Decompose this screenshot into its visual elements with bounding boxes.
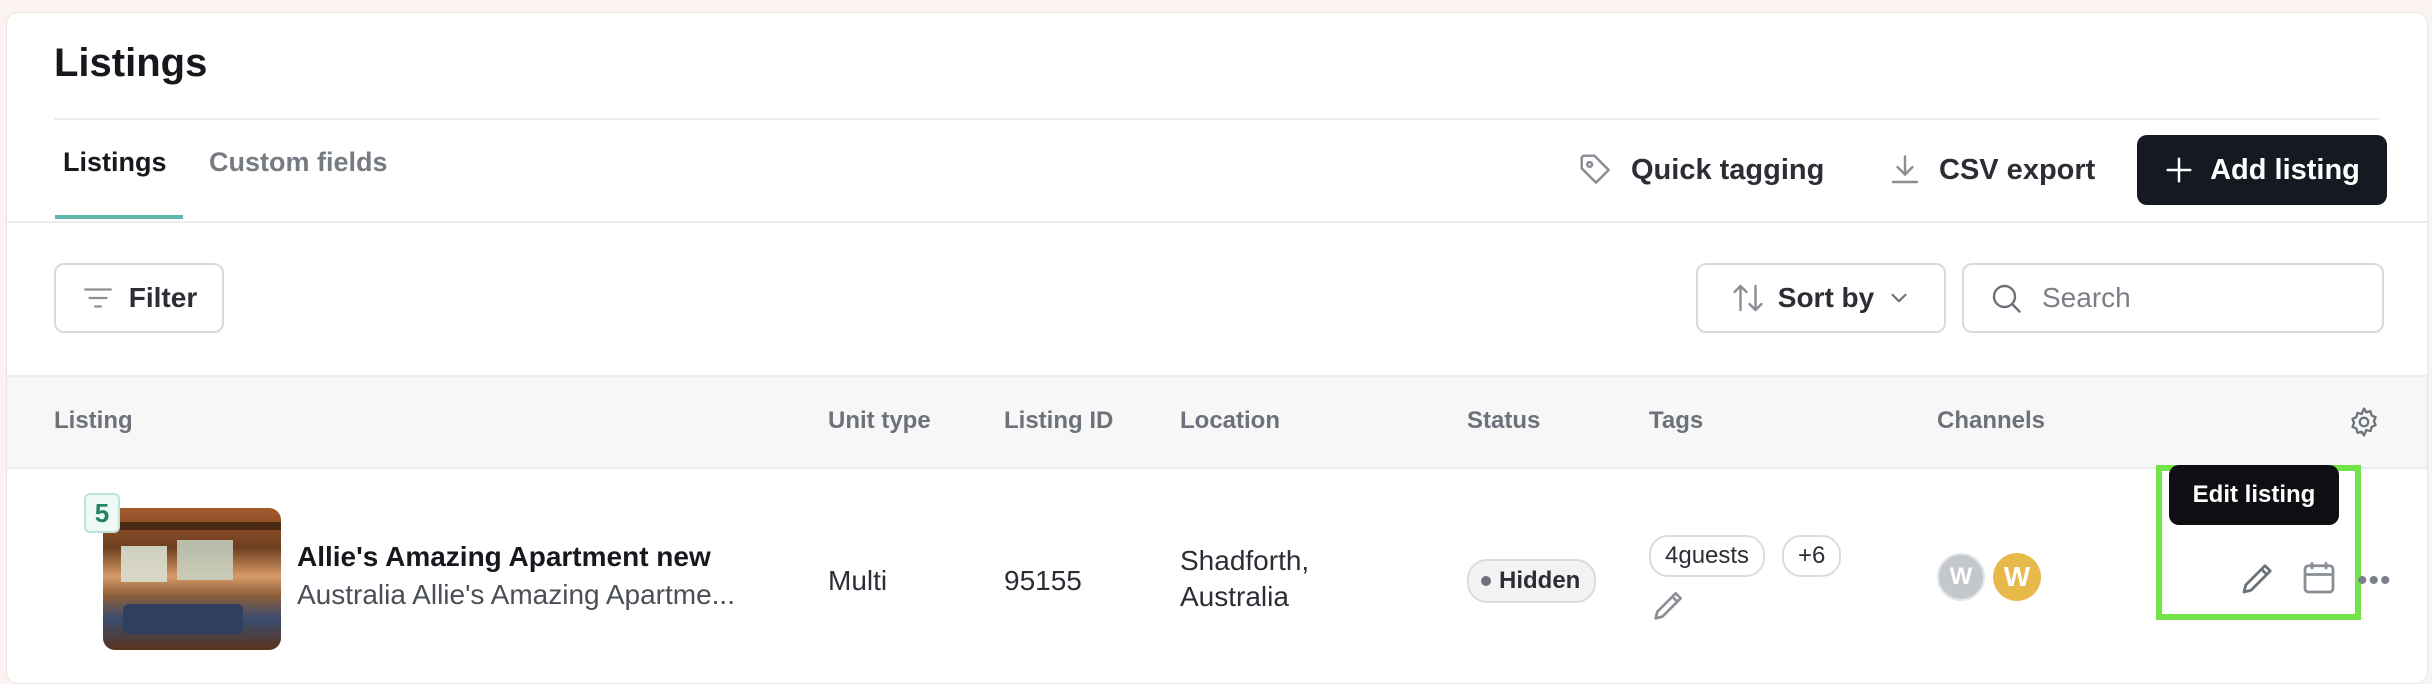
divider <box>54 118 2379 120</box>
sort-icon <box>1733 284 1763 312</box>
quick-tagging-button[interactable]: Quick tagging <box>1577 135 1824 205</box>
filter-icon <box>83 288 112 308</box>
csv-export-label: CSV export <box>1939 153 2096 186</box>
table-row[interactable]: 5 Allie's Amazing Apartment new Australi… <box>7 465 2427 683</box>
plus-icon <box>2166 157 2192 183</box>
edit-pencil-icon[interactable] <box>2237 557 2279 599</box>
more-tags-chip[interactable]: +6 <box>1782 535 1842 577</box>
quick-tagging-label: Quick tagging <box>1631 153 1825 186</box>
search-icon <box>1992 284 2021 313</box>
tab-custom-fields[interactable]: Custom fields <box>209 147 388 178</box>
settings-gear-icon[interactable] <box>2347 405 2381 439</box>
unit-type-value: Multi <box>828 565 888 596</box>
column-unit-type[interactable]: Unit type <box>828 407 931 435</box>
listing-id-value: 95155 <box>1004 565 1082 596</box>
more-options-icon[interactable]: ••• <box>2357 564 2392 598</box>
column-tags[interactable]: Tags <box>1649 407 1703 435</box>
channel-w-icon: W <box>1937 553 1985 601</box>
page-title: Listings <box>54 41 208 85</box>
search-input[interactable] <box>2040 281 2344 315</box>
sort-by-button[interactable]: Sort by <box>1696 263 1946 333</box>
add-listing-button[interactable]: Add listing <box>2137 135 2387 205</box>
tag-chip[interactable]: 4guests <box>1649 535 1766 577</box>
listing-thumbnail[interactable] <box>103 508 281 650</box>
status-dot-icon <box>1481 576 1491 586</box>
column-channels[interactable]: Channels <box>1937 407 2045 435</box>
column-listing[interactable]: Listing <box>54 407 133 435</box>
tag-icon <box>1580 154 1610 184</box>
filter-button[interactable]: Filter <box>54 263 224 333</box>
column-status[interactable]: Status <box>1467 407 1540 435</box>
table-header: Listing Unit type Listing ID Location St… <box>7 375 2427 469</box>
column-location[interactable]: Location <box>1180 407 1280 435</box>
calendar-icon[interactable] <box>2298 557 2340 599</box>
csv-export-button[interactable]: CSV export <box>1887 135 2095 205</box>
location-line-2: Australia <box>1180 581 1289 612</box>
download-icon <box>1891 155 1919 184</box>
sort-by-label: Sort by <box>1777 282 1875 313</box>
chevron-down-icon <box>1891 293 1907 303</box>
tab-listings[interactable]: Listings <box>63 147 167 178</box>
edit-tags-pencil-icon[interactable] <box>1649 585 1689 625</box>
add-listing-label: Add listing <box>2210 153 2360 186</box>
listing-subtitle: Australia Allie's Amazing Apartme... <box>297 579 735 610</box>
edit-listing-tooltip: Edit listing <box>2169 465 2339 525</box>
status-label: Hidden <box>1499 567 1581 594</box>
column-listing-id[interactable]: Listing ID <box>1004 407 1113 435</box>
filter-label: Filter <box>128 282 198 313</box>
status-badge: Hidden <box>1467 559 1597 603</box>
active-tab-indicator <box>55 215 183 219</box>
search-box[interactable] <box>1962 263 2384 333</box>
channel-w-icon: W <box>1993 553 2041 601</box>
listings-page: Listings Listings Custom fields Quick ta… <box>6 12 2428 684</box>
listing-name[interactable]: Allie's Amazing Apartment new <box>297 541 711 573</box>
location-line-1: Shadforth, <box>1180 545 1310 576</box>
photo-count-badge: 5 <box>84 493 120 533</box>
divider <box>7 221 2427 223</box>
